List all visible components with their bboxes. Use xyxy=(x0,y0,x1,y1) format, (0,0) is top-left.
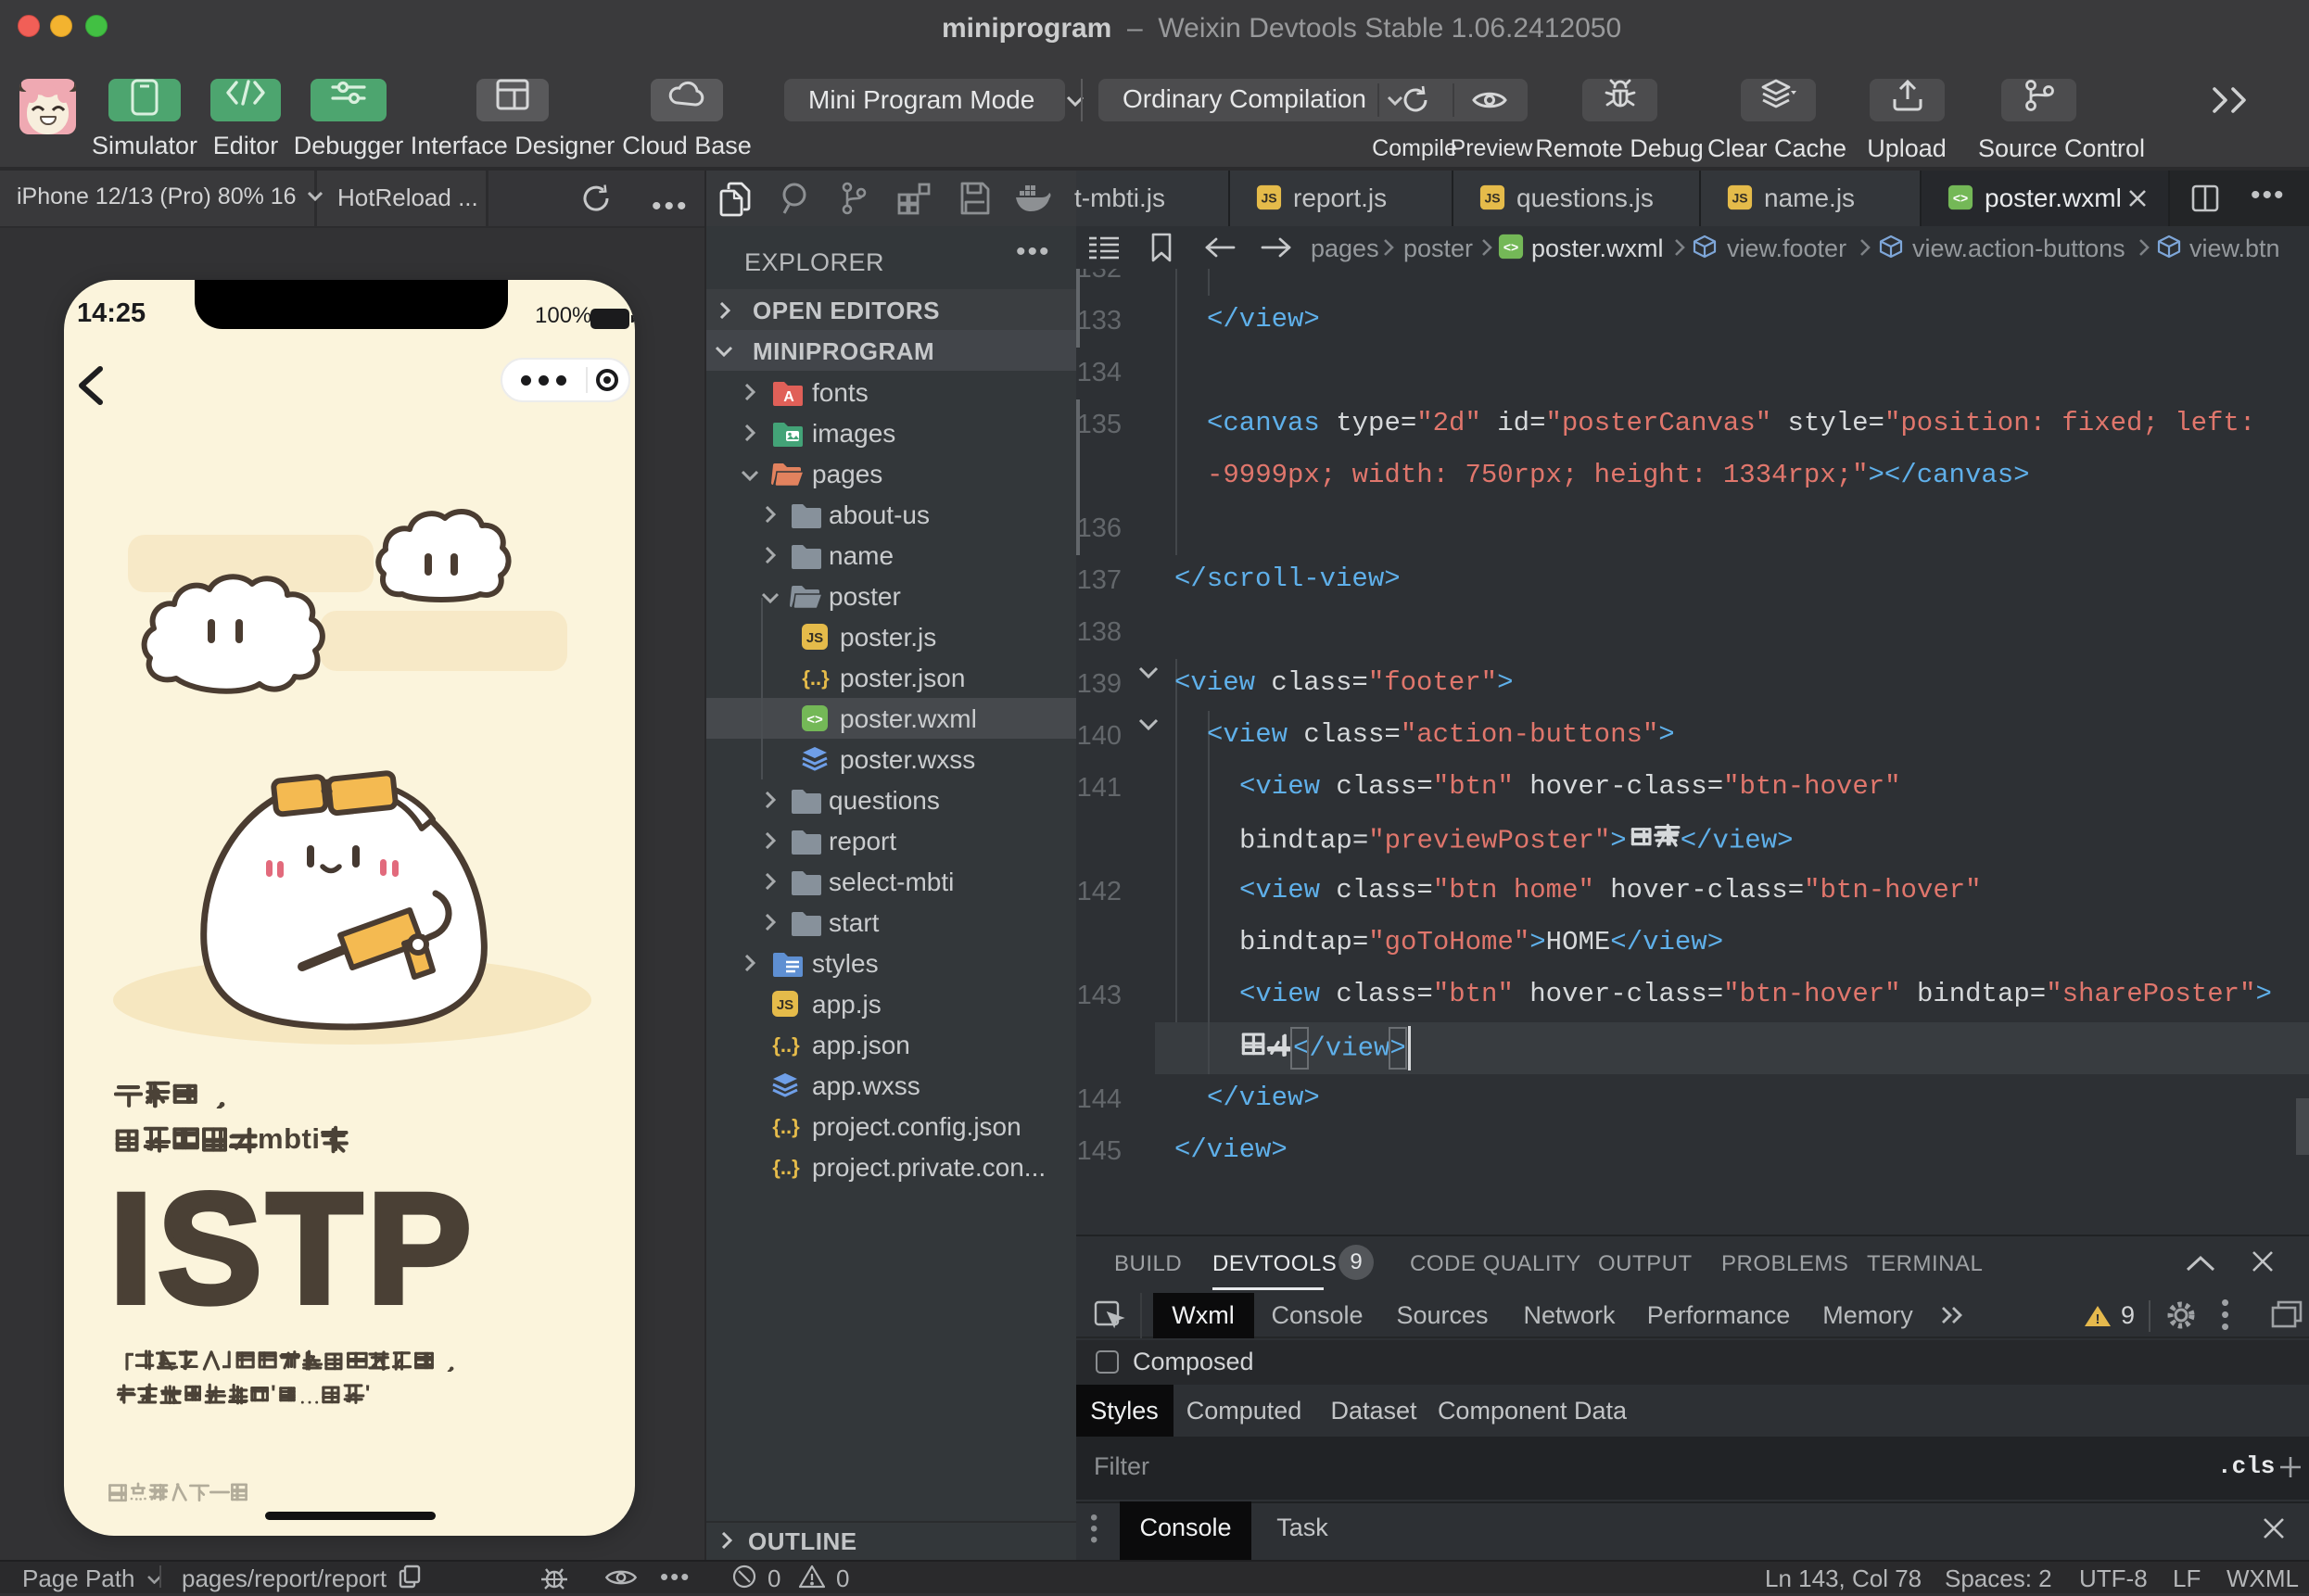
svg-text:JS: JS xyxy=(1261,191,1276,206)
svg-text:!: ! xyxy=(2096,1311,2100,1327)
svg-text:JS: JS xyxy=(1484,191,1500,206)
svg-text:JS: JS xyxy=(806,630,823,646)
svg-text:<>: <> xyxy=(1953,191,1968,206)
svg-text:<>: <> xyxy=(1503,240,1518,255)
svg-text:{..}: {..} xyxy=(772,1033,800,1057)
svg-text:<>: <> xyxy=(806,712,823,728)
svg-text:{..}: {..} xyxy=(772,1156,800,1179)
svg-text:JS: JS xyxy=(1732,191,1747,206)
svg-text:{..}: {..} xyxy=(802,666,830,690)
svg-text:JS: JS xyxy=(777,997,793,1013)
svg-text:{..}: {..} xyxy=(772,1115,800,1138)
svg-text:A: A xyxy=(783,389,794,405)
